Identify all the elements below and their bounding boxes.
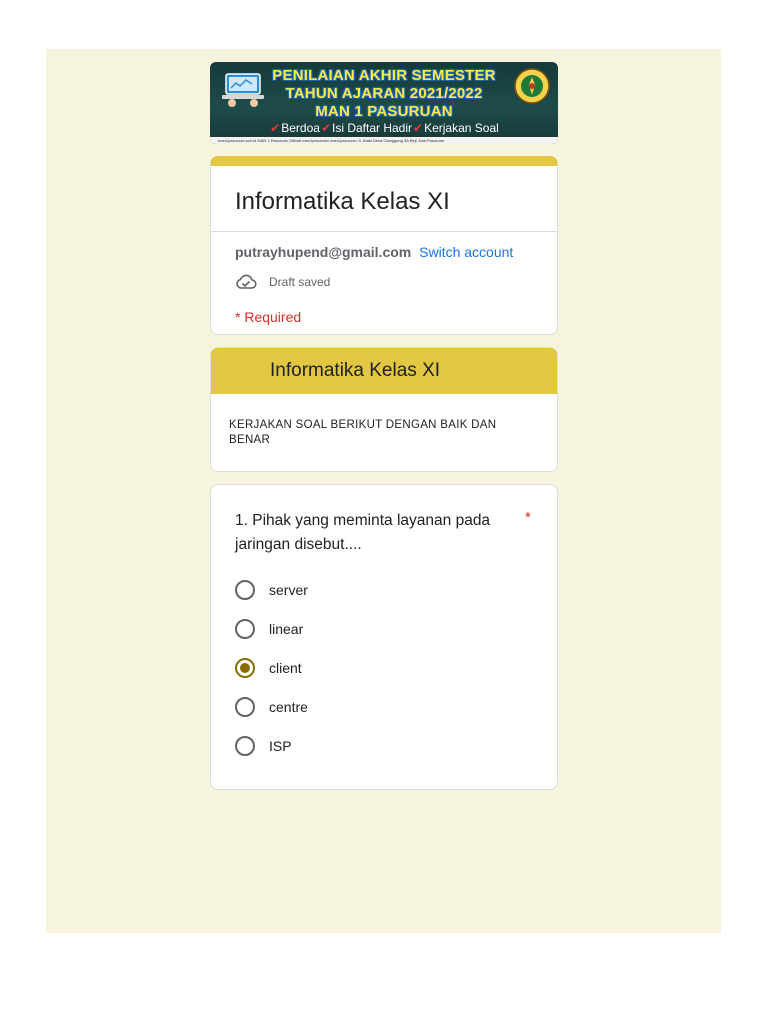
slogan-1: Berdoa [281,121,320,135]
form-title: Informatika Kelas XI [235,188,450,215]
school-seal-icon [514,68,550,104]
option-isp[interactable]: ISP [235,736,292,756]
option-linear[interactable]: linear [235,619,303,639]
radio-button[interactable] [235,697,255,717]
section-card: Informatika Kelas XI KERJAKAN SOAL BERIK… [210,347,558,472]
required-note: * Required [235,309,302,325]
radio-button-selected[interactable] [235,658,255,678]
draft-status-text: Draft saved [269,275,331,289]
question-card: 1. Pihak yang meminta layanan pada jarin… [210,484,558,790]
question-text: 1. Pihak yang meminta layanan pada jarin… [235,512,491,553]
option-client[interactable]: client [235,658,302,678]
check-icon: ✔ [320,121,331,135]
radio-button[interactable] [235,736,255,756]
option-label: linear [269,621,304,637]
check-icon: ✔ [270,121,281,135]
account-email: putrayhupend@gmail.com [235,244,412,260]
form-header-banner: PENILAIAN AKHIR SEMESTER TAHUN AJARAN 20… [210,62,558,144]
option-label: client [269,660,302,676]
banner-slogans: ✔Berdoa✔Isi Daftar Hadir✔Kerjakan Soal [210,122,558,134]
option-centre[interactable]: centre [235,697,308,717]
banner-line-2: TAHUN AJARAN 2021/2022 [285,85,483,102]
account-line: putrayhupend@gmail.com Switch account [235,244,513,260]
form-header-card: Informatika Kelas XI putrayhupend@gmail.… [210,156,558,335]
header-divider [211,231,557,232]
radio-button[interactable] [235,580,255,600]
section-description: KERJAKAN SOAL BERIKUT DENGAN BAIK DAN BE… [229,419,497,446]
check-icon: ✔ [413,121,424,135]
cloud-check-icon [236,274,257,289]
option-label: ISP [269,738,292,754]
required-asterisk: * [525,509,531,526]
option-label: server [269,582,308,598]
section-title: Informatika Kelas XI [211,348,557,394]
slogan-2: Isi Daftar Hadir [332,121,413,135]
banner-line-1: PENILAIAN AKHIR SEMESTER [272,67,496,84]
radio-button[interactable] [235,619,255,639]
slogan-3: Kerjakan Soal [424,121,499,135]
draft-status: Draft saved [235,274,330,290]
banner-line-3: MAN 1 PASURUAN [315,103,453,120]
option-server[interactable]: server [235,580,308,600]
switch-account-link[interactable]: Switch account [419,244,513,260]
banner-footer-strip: man1pasuruan.sch.id MAN 1 Pasuruan Offic… [210,137,558,144]
option-label: centre [269,699,308,715]
